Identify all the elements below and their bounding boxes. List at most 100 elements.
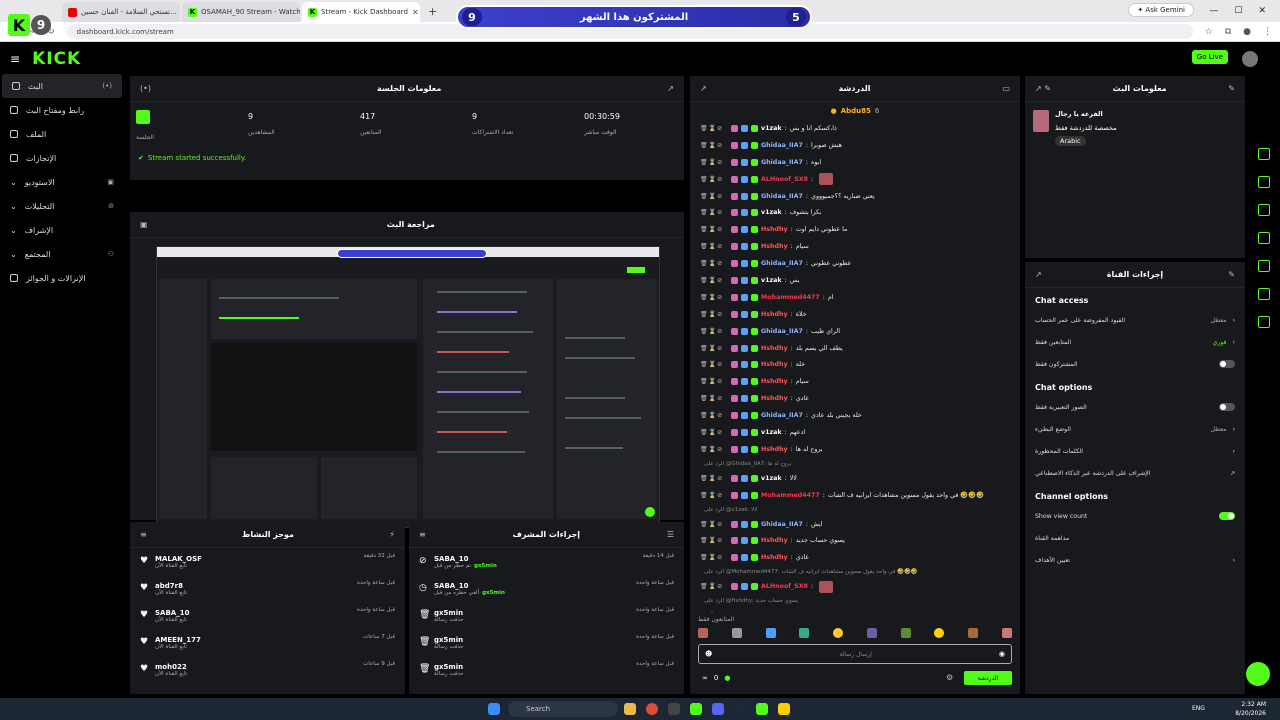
chat-message[interactable]: 🗑⌛⊘ Ghidaa_IIA7: عطوني عطوني — [690, 255, 1026, 272]
list-item[interactable]: ♥ abd7r8 تابع القناة الآن قبل ساعة واحدة — [130, 575, 405, 602]
expand-icon[interactable]: ↗ ✎ — [1035, 84, 1051, 93]
sidebar-item-community[interactable]: ⌄ المجتمع ⚇ — [0, 242, 124, 266]
list-item[interactable]: ♥ MALAK_OSF تابع القناة الآن قبل 32 دقيقة — [130, 548, 405, 575]
mod-tools-icon[interactable]: 🗑⌛⊘ — [700, 361, 728, 368]
language-indicator[interactable]: ENG — [1192, 705, 1205, 712]
chat-username[interactable]: Ghidaa_IIA7 — [761, 142, 803, 149]
chat-username[interactable]: Hshdhy — [761, 311, 788, 318]
emote-icon[interactable] — [698, 628, 708, 638]
chevron-right-icon[interactable]: › — [1233, 426, 1235, 433]
chevron-right-icon[interactable]: › — [1233, 557, 1235, 564]
chat-message[interactable]: 🗑⌛⊘ v1zak: ذا،كسكم انا و بس — [690, 120, 1026, 137]
mod-tools-icon[interactable]: 🗑⌛⊘ — [700, 159, 728, 166]
chat-message[interactable]: 🗑⌛⊘ Ghidaa_IIA7: خلة يجيني بلد عادي — [690, 407, 1026, 424]
taskbar-search[interactable]: Search — [508, 701, 618, 717]
mod-tools-icon[interactable]: 🗑⌛⊘ — [700, 446, 728, 453]
chat-username[interactable]: Mohammed4477 — [761, 294, 820, 301]
mod-tools-icon[interactable]: 🗑⌛⊘ — [700, 378, 728, 385]
chat-message[interactable]: 🗑⌛⊘v1zak:ييبدك — [690, 607, 1026, 612]
mod-tools-icon[interactable]: 🗑⌛⊘ — [700, 583, 728, 590]
sidebar-item-achievements[interactable]: الإنجازات — [0, 146, 124, 170]
send-chat-button[interactable]: الدردشة — [964, 671, 1012, 685]
emoji-icon[interactable]: ☻ — [705, 650, 712, 658]
mod-tools-icon[interactable]: 🗑⌛⊘ — [700, 193, 728, 200]
chat-username[interactable]: Hshdhy — [761, 243, 788, 250]
chat-message[interactable]: 🗑⌛⊘ Ghidaa_IIA7: هبش صوبرا — [690, 137, 1026, 154]
chat-username[interactable]: Hshdhy — [761, 554, 788, 561]
setting-row[interactable]: القيود المفروضة على عمر الحساب معطل › — [1025, 309, 1245, 331]
expand-icon[interactable]: ↗ — [1035, 270, 1042, 279]
chat-message[interactable]: 🗑⌛⊘ Hshdhy: يسوي حساب جديد — [690, 532, 1026, 549]
rail-icon[interactable] — [1258, 232, 1270, 244]
chat-username[interactable]: Ghidaa_IIA7 — [761, 159, 803, 166]
external-link-icon[interactable]: ↗ — [1230, 470, 1235, 477]
extensions-icon[interactable]: ⧉ — [1225, 27, 1231, 37]
chat-message[interactable]: 🗑⌛⊘ Mohammed4477: ام — [690, 289, 1026, 306]
chat-username[interactable]: Hshdhy — [761, 345, 788, 352]
chat-message[interactable]: 🗑⌛⊘ v1zak: بكرا بتشوف — [690, 204, 1026, 221]
chat-username[interactable]: Ghidaa_IIA7 — [761, 260, 803, 267]
mod-tools-icon[interactable]: 🗑⌛⊘ — [700, 277, 728, 284]
expand-icon[interactable]: ↗ — [700, 84, 707, 93]
list-item[interactable]: ♥ moh022 تابع القناة الآن قبل 9 ساعات — [130, 656, 405, 683]
mod-tools-icon[interactable]: 🗑⌛⊘ — [700, 429, 728, 436]
rail-icon[interactable] — [1258, 176, 1270, 188]
stream-preview-video[interactable] — [156, 246, 660, 528]
mod-tools-icon[interactable]: 🗑⌛⊘ — [700, 492, 728, 499]
bookmark-star-icon[interactable]: ☆ — [1205, 27, 1213, 37]
browser-tab-active[interactable]: K Stream - Kick Dashboard ✕ — [302, 2, 420, 22]
setting-row[interactable]: Show view count — [1025, 505, 1245, 527]
chat-username[interactable]: Hshdhy — [761, 395, 788, 402]
filter-icon[interactable]: ≡ — [419, 530, 426, 539]
list-item[interactable]: 🗑 gx5min حذفت رسالة قبل ساعة واحدة — [409, 629, 684, 656]
emote-icon[interactable] — [731, 628, 742, 638]
expand-icon[interactable]: ↗ — [667, 84, 674, 93]
toggle-switch[interactable] — [1219, 360, 1235, 368]
toggle-switch[interactable] — [1219, 403, 1235, 411]
profile-icon[interactable]: ● — [1243, 27, 1251, 37]
sidebar-item-stream-key[interactable]: رابط ومفتاح البث — [0, 98, 124, 122]
avatar[interactable] — [1242, 51, 1258, 67]
chat-message[interactable]: 🗑⌛⊘ Hshdhy: خلة — [690, 356, 1026, 373]
mod-tools-icon[interactable]: 🗑⌛⊘ — [700, 395, 728, 402]
app-icon[interactable] — [778, 703, 790, 715]
go-live-button[interactable]: Go Live — [1191, 50, 1228, 64]
ask-gemini-button[interactable]: ✦ Ask Gemini — [1128, 3, 1194, 17]
mod-tools-icon[interactable]: 🗑⌛⊘ — [700, 243, 728, 250]
discord-icon[interactable] — [712, 703, 724, 715]
list-item[interactable]: 🗑 gx5min حذفت رسالة قبل ساعة واحدة — [409, 656, 684, 683]
mod-tools-icon[interactable]: 🗑⌛⊘ — [700, 176, 728, 183]
setting-row[interactable]: الوضع البطيء معطل › — [1025, 418, 1245, 440]
steam-icon[interactable] — [734, 703, 746, 715]
mod-tools-icon[interactable]: 🗑⌛⊘ — [700, 475, 728, 482]
mod-tools-icon[interactable]: 🗑⌛⊘ — [700, 260, 728, 267]
setting-row[interactable]: الصور التعبيرية فقط — [1025, 396, 1245, 418]
mod-tools-icon[interactable]: 🗑⌛⊘ — [700, 537, 728, 544]
chat-message[interactable]: 🗑⌛⊘ Ghidaa_IIA7: الراي طيب — [690, 323, 1026, 340]
list-item[interactable]: ⊘ SABA_10 تم حظر من قبل gx5min قبل 14 دقيقة — [409, 548, 684, 575]
chat-message[interactable]: 🗑⌛⊘ v1zak: يس — [690, 272, 1026, 289]
emote-icon[interactable] — [934, 628, 945, 638]
chat-input[interactable]: ☻ إرسال رسالة ◉ — [698, 644, 1012, 664]
menu-dots-icon[interactable]: ⋮ — [1263, 27, 1272, 37]
chat-username[interactable]: v1zak — [761, 125, 782, 132]
mod-tools-icon[interactable]: 🗑⌛⊘ — [700, 345, 728, 352]
chat-username[interactable]: Hshdhy — [761, 226, 788, 233]
channel-points[interactable]: ∞ 0 ● — [702, 674, 730, 682]
chat-username[interactable]: Ghidaa_IIA7 — [761, 412, 803, 419]
chat-message[interactable]: 🗑⌛⊘ Hshdhy: ما عطوني دايم اوت — [690, 221, 1026, 238]
chat-message[interactable]: 🗑⌛⊘ Ghidaa_IIA7: ابوه — [690, 154, 1026, 171]
setting-row[interactable]: الكلمات المحظورة › — [1025, 440, 1245, 462]
chat-message[interactable]: 🗑⌛⊘ Hshdhy: يطف الي يسم بلد — [690, 340, 1026, 357]
list-item[interactable]: ◷ SABA_10 ألغي حظره من قبل gx5min قبل ساعة و… — [409, 575, 684, 602]
list-item[interactable]: ♥ SABA_10 تابع القناة الآن قبل ساعة واحدة — [130, 602, 405, 629]
filter-icon[interactable]: ≡ — [140, 530, 147, 539]
chat-message[interactable]: 🗑⌛⊘ Hshdhy: خلاة — [690, 306, 1026, 323]
mod-tools-icon[interactable]: 🗑⌛⊘ — [700, 328, 728, 335]
setting-row[interactable]: الإشراف على الدردشة عبر الذكاء الاصطناعي… — [1025, 462, 1245, 484]
rail-icon[interactable] — [1258, 204, 1270, 216]
chat-username[interactable]: v1zak — [761, 209, 782, 216]
pinned-user[interactable]: ● Abdu85 6 — [690, 102, 1020, 120]
mod-tools-icon[interactable]: 🗑⌛⊘ — [700, 142, 728, 149]
sidebar-item-analytics[interactable]: ⌄ التحليلات ⊘ — [0, 194, 124, 218]
